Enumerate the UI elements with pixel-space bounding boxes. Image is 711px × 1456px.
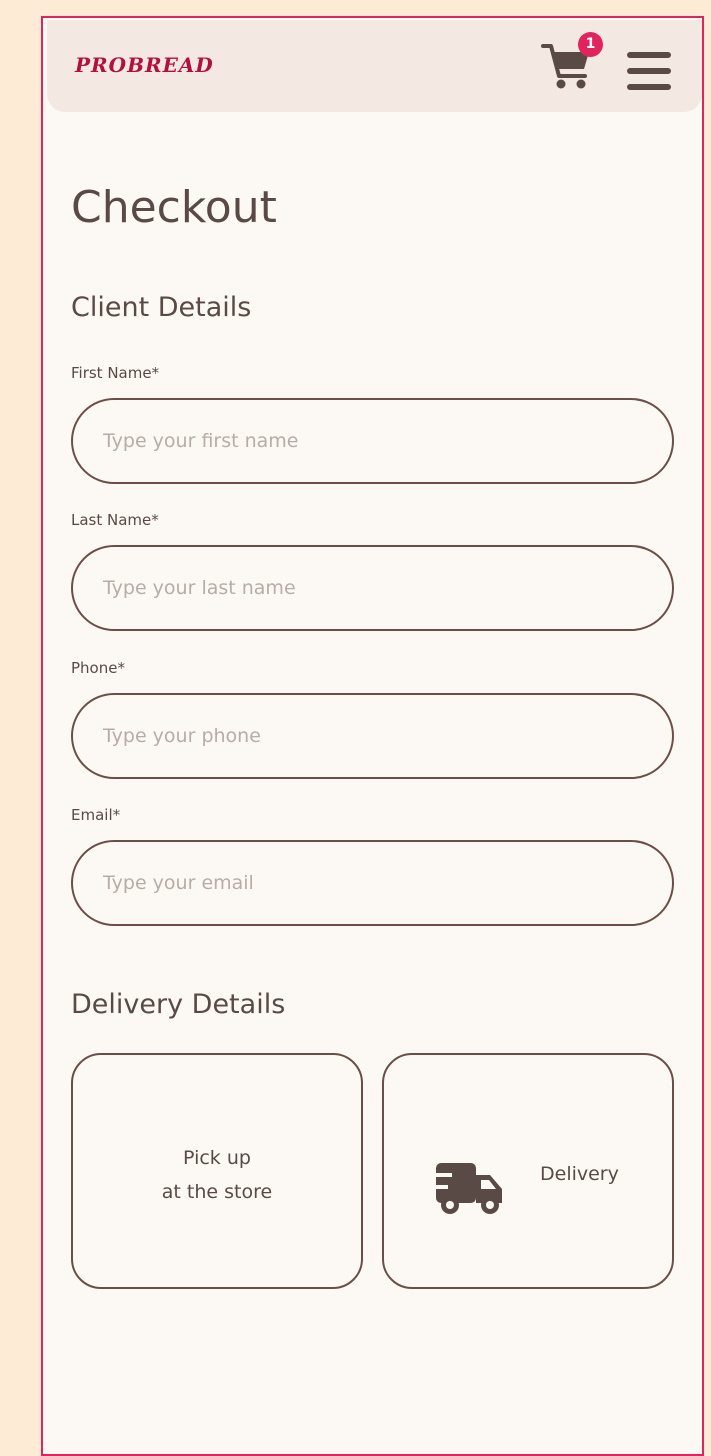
checkout-screen: PROBREAD 1 Checkout Client Details First… <box>41 16 704 1456</box>
pickup-option-card[interactable]: Pick up at the store <box>71 1053 363 1289</box>
last-name-input[interactable] <box>71 545 674 631</box>
phone-input[interactable] <box>71 693 674 779</box>
email-input[interactable] <box>71 840 674 926</box>
phone-label: Phone* <box>71 659 125 677</box>
last-name-label: Last Name* <box>71 511 159 529</box>
brand-logo[interactable]: PROBREAD <box>75 53 214 77</box>
client-details-heading: Client Details <box>71 292 252 323</box>
pickup-label-line2: at the store <box>161 1181 273 1203</box>
pickup-label-line1: Pick up <box>183 1147 251 1169</box>
delivery-option-card[interactable]: Delivery <box>382 1053 674 1289</box>
first-name-input[interactable] <box>71 398 674 484</box>
delivery-details-heading: Delivery Details <box>71 989 286 1020</box>
app-header: PROBREAD 1 <box>47 20 702 112</box>
email-label: Email* <box>71 806 121 824</box>
page-title: Checkout <box>71 182 277 233</box>
hamburger-menu-icon[interactable] <box>625 50 673 92</box>
first-name-label: First Name* <box>71 364 160 382</box>
truck-icon <box>434 1159 506 1219</box>
delivery-label: Delivery <box>540 1163 619 1185</box>
cart-count-badge: 1 <box>578 32 603 57</box>
